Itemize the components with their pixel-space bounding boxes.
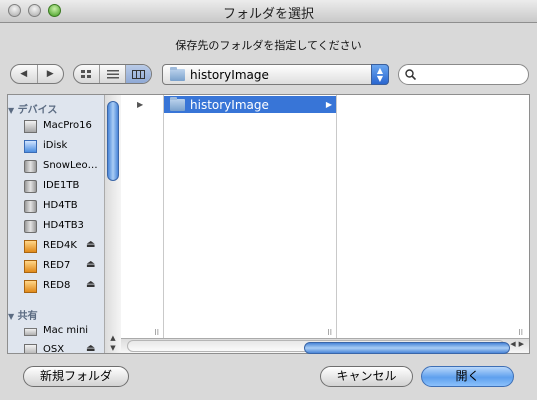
browser-column-3[interactable]: ll bbox=[337, 95, 529, 339]
new-folder-button[interactable]: 新規フォルダ bbox=[23, 366, 129, 387]
icon-view-button[interactable] bbox=[74, 65, 100, 83]
disclosure-triangle-icon: ▼ bbox=[8, 312, 15, 321]
folder-icon bbox=[170, 97, 185, 111]
column-resize-handle[interactable]: ll bbox=[519, 328, 523, 337]
cancel-button[interactable]: キャンセル bbox=[320, 366, 413, 387]
sidebar-item-hd4tb3[interactable]: HD4TB3 bbox=[24, 219, 104, 235]
sidebar-item-snowleo[interactable]: SnowLeo… bbox=[24, 159, 104, 175]
disclosure-triangle-icon: ▼ bbox=[8, 106, 15, 115]
scroll-arrows-icon[interactable]: ▲ ▼ bbox=[105, 333, 121, 353]
sidebar: ▼ デバイス MacPro16 iDisk SnowLeo… IDE1TB HD… bbox=[8, 95, 104, 353]
external-disk-icon bbox=[24, 280, 37, 293]
browser-column-1[interactable]: ▶ ll bbox=[121, 95, 164, 339]
forward-arrow-icon: ▶ bbox=[46, 69, 54, 79]
scroll-arrows-icon[interactable]: ◀▶ bbox=[510, 340, 527, 348]
column-resize-handle[interactable]: ll bbox=[328, 328, 332, 337]
sidebar-item-mac-mini[interactable]: Mac mini bbox=[24, 324, 104, 340]
network-disk-icon bbox=[24, 344, 37, 353]
sidebar-scroll-thumb[interactable] bbox=[107, 101, 119, 181]
title-bar: フォルダを選択 bbox=[0, 0, 537, 23]
back-arrow-icon: ◀ bbox=[20, 69, 28, 79]
hard-disk-icon bbox=[24, 220, 37, 233]
sidebar-item-ide1tb[interactable]: IDE1TB bbox=[24, 179, 104, 195]
list-view-icon bbox=[106, 69, 119, 78]
sidebar-item-idisk[interactable]: iDisk bbox=[24, 139, 104, 155]
hard-disk-icon bbox=[24, 120, 37, 133]
scroll-track[interactable] bbox=[127, 340, 510, 354]
location-popup-label: historyImage bbox=[190, 68, 269, 82]
hard-disk-icon bbox=[24, 180, 37, 193]
folder-icon bbox=[170, 67, 185, 81]
eject-icon[interactable]: ⏏ bbox=[86, 239, 95, 250]
column-view-icon bbox=[132, 69, 145, 79]
external-disk-icon bbox=[24, 240, 37, 253]
dialog-prompt: 保存先のフォルダを指定してください bbox=[175, 39, 362, 52]
list-view-button[interactable] bbox=[100, 65, 126, 83]
sidebar-devices-header[interactable]: ▼ デバイス bbox=[8, 101, 57, 116]
eject-icon[interactable]: ⏏ bbox=[86, 343, 95, 353]
eject-icon[interactable]: ⏏ bbox=[86, 279, 95, 290]
browser-column-2[interactable]: historyImage ▶ ll bbox=[164, 95, 337, 339]
column-scrollbar[interactable]: ◀▶ bbox=[121, 338, 529, 354]
column-scroll-thumb[interactable] bbox=[304, 342, 510, 354]
search-icon bbox=[405, 69, 416, 80]
column-expand-arrow-icon: ▶ bbox=[137, 100, 144, 109]
column-resize-handle[interactable]: ll bbox=[155, 328, 159, 337]
sidebar-item-osx[interactable]: OSX ⏏ bbox=[24, 343, 104, 353]
list-item[interactable]: historyImage ▶ bbox=[164, 96, 336, 113]
location-popup[interactable]: historyImage ▲ ▼ bbox=[162, 64, 389, 85]
sidebar-shared-header[interactable]: ▼ 共有 bbox=[8, 307, 38, 322]
eject-icon[interactable]: ⏏ bbox=[86, 259, 95, 270]
search-field[interactable] bbox=[398, 64, 529, 85]
forward-button[interactable]: ▶ bbox=[38, 65, 64, 83]
popup-arrows-icon: ▲ ▼ bbox=[371, 64, 389, 85]
sidebar-scrollbar[interactable]: ▲ ▼ bbox=[104, 95, 121, 353]
column-view-button[interactable] bbox=[126, 65, 151, 83]
sidebar-item-macpro16[interactable]: MacPro16 bbox=[24, 119, 104, 135]
sidebar-item-red7[interactable]: RED7 ⏏ bbox=[24, 259, 104, 275]
mac-mini-icon bbox=[24, 328, 37, 336]
back-forward-control: ◀ ▶ bbox=[10, 64, 64, 84]
disclosure-arrow-icon: ▶ bbox=[325, 100, 332, 109]
sidebar-item-red4k[interactable]: RED4K ⏏ bbox=[24, 239, 104, 255]
hard-disk-icon bbox=[24, 160, 37, 173]
sidebar-item-hd4tb[interactable]: HD4TB bbox=[24, 199, 104, 215]
window-title: フォルダを選択 bbox=[222, 7, 314, 22]
hard-disk-icon bbox=[24, 200, 37, 213]
open-button[interactable]: 開く bbox=[421, 366, 514, 387]
icon-view-icon bbox=[81, 69, 91, 78]
back-button[interactable]: ◀ bbox=[11, 65, 38, 83]
external-disk-icon bbox=[24, 260, 37, 273]
view-mode-control bbox=[73, 64, 152, 84]
idisk-icon bbox=[24, 140, 37, 153]
sidebar-item-red8[interactable]: RED8 ⏏ bbox=[24, 279, 104, 295]
